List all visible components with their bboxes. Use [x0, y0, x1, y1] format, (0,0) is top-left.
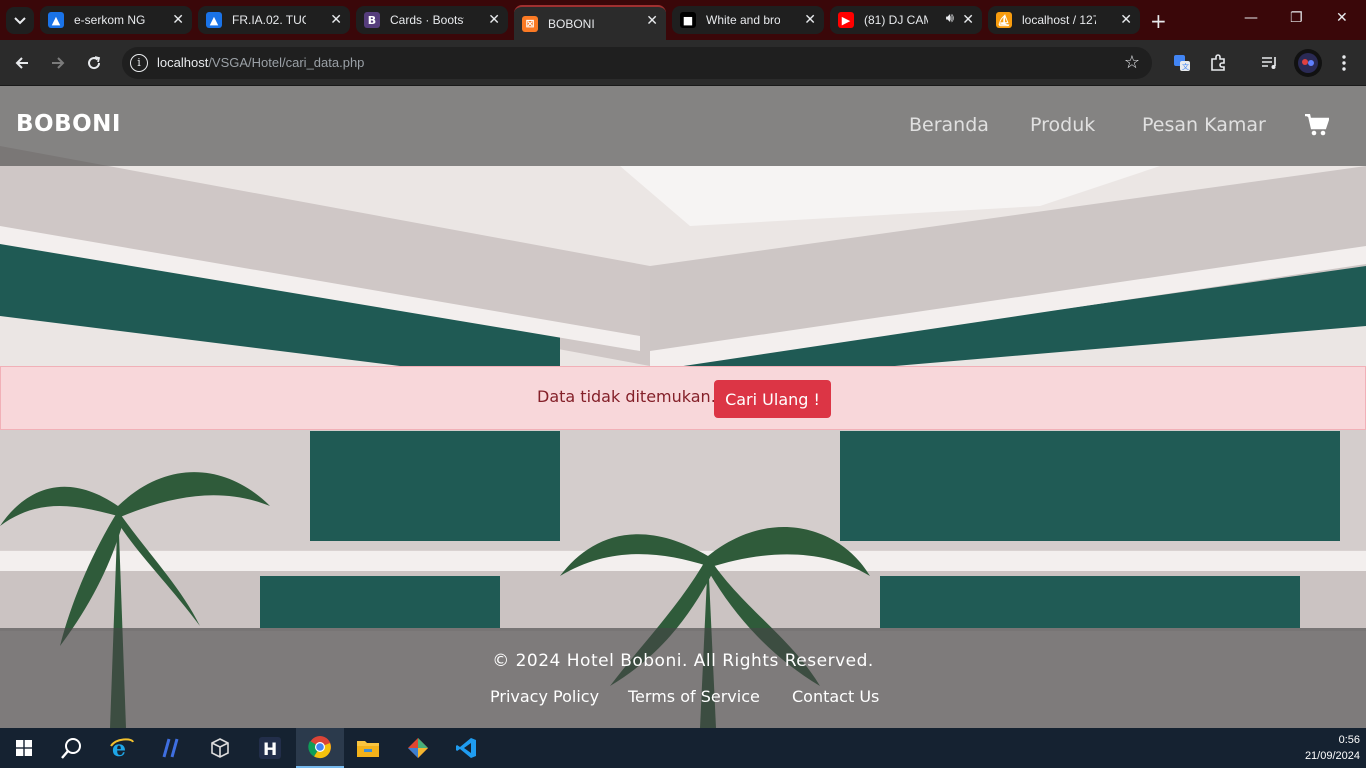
- speaker-icon[interactable]: 🔊︎: [946, 11, 954, 26]
- browser-tab-6[interactable]: ▶ (81) DJ CAM 🔊︎ ✕: [830, 6, 982, 34]
- browser-tab-strip: ▲ e-serkom NG ✕ ▲ FR.IA.02. TUGAS ✕ B Ca…: [0, 0, 1366, 40]
- back-icon[interactable]: [10, 51, 34, 75]
- close-icon[interactable]: ✕: [330, 12, 342, 28]
- close-icon[interactable]: ✕: [646, 13, 658, 29]
- google-translate-icon[interactable]: 文: [1170, 51, 1194, 75]
- tab-title: FR.IA.02. TUGAS: [232, 13, 306, 27]
- search-icon[interactable]: [48, 728, 96, 768]
- tab-title: e-serkom NG: [74, 13, 146, 27]
- restore-icon[interactable]: ❐: [1290, 10, 1303, 26]
- reload-icon[interactable]: [82, 51, 106, 75]
- footer-copyright: © 2024 Hotel Boboni. All Rights Reserved…: [492, 651, 874, 671]
- media-controls-icon[interactable]: [1258, 51, 1282, 75]
- window-close-icon[interactable]: ✕: [1336, 10, 1348, 26]
- close-icon[interactable]: ✕: [962, 12, 974, 28]
- svg-text:文: 文: [1182, 62, 1189, 71]
- minimize-icon[interactable]: —: [1244, 10, 1258, 26]
- url-path: /VSGA/Hotel/cari_data.php: [208, 55, 365, 70]
- extensions-puzzle-icon[interactable]: [1206, 51, 1230, 75]
- xampp-icon: ⊠: [522, 15, 538, 32]
- site-info-icon[interactable]: i: [130, 54, 148, 72]
- triangle-logo-icon: ▲: [48, 12, 64, 28]
- url-text: localhost/VSGA/Hotel/cari_data.php: [157, 55, 364, 70]
- alert-message: Data tidak ditemukan.: [537, 387, 716, 406]
- clock-time: 0:56: [1338, 734, 1360, 746]
- nav-link-beranda[interactable]: Beranda: [909, 114, 989, 136]
- close-icon[interactable]: ✕: [488, 12, 500, 28]
- internet-explorer-icon[interactable]: e: [98, 728, 146, 768]
- clock-date: 21/09/2024: [1304, 750, 1360, 762]
- system-clock[interactable]: 0:56 21/09/2024: [1305, 732, 1360, 764]
- page-viewport: BOBONI Beranda Produk Pesan Kamar Data t…: [0, 86, 1366, 728]
- triangle-logo-icon: ▲: [206, 12, 222, 28]
- h-app-icon[interactable]: H: [246, 728, 294, 768]
- url-host: localhost: [157, 55, 209, 70]
- bookmark-star-icon[interactable]: ☆: [1124, 52, 1140, 73]
- tab-title: localhost / 127.0: [1022, 13, 1096, 27]
- vscode-icon[interactable]: [442, 728, 490, 768]
- tab-title: Cards · Bootstrap: [390, 13, 464, 27]
- more-menu-icon[interactable]: [1332, 51, 1356, 75]
- svg-text:H: H: [263, 740, 277, 759]
- footer-link-contact-us[interactable]: Contact Us: [792, 687, 879, 706]
- slash-app-icon[interactable]: [148, 728, 196, 768]
- forward-icon[interactable]: [46, 51, 70, 75]
- tab-search-button[interactable]: [6, 7, 34, 34]
- 3d-box-icon[interactable]: [196, 728, 244, 768]
- browser-tab-1[interactable]: ▲ e-serkom NG ✕: [40, 6, 192, 34]
- tab-title: BOBONI: [548, 16, 595, 31]
- image-icon: ■: [680, 12, 696, 28]
- git-kraken-icon[interactable]: [394, 728, 442, 768]
- footer-link-terms-of-service[interactable]: Terms of Service: [628, 687, 760, 706]
- close-icon[interactable]: ✕: [172, 12, 184, 28]
- not-found-alert: Data tidak ditemukan. Cari Ulang !: [0, 366, 1366, 430]
- browser-tab-4-active[interactable]: ⊠ BOBONI ✕: [514, 5, 666, 40]
- close-icon[interactable]: ✕: [1120, 12, 1132, 28]
- new-tab-icon[interactable]: +: [1150, 9, 1167, 33]
- profile-avatar[interactable]: [1294, 49, 1322, 77]
- tab-title: White and brown: [706, 13, 780, 27]
- bootstrap-icon: B: [364, 12, 380, 28]
- browser-tab-3[interactable]: B Cards · Bootstrap ✕: [356, 6, 508, 34]
- site-footer: © 2024 Hotel Boboni. All Rights Reserved…: [0, 628, 1366, 728]
- file-explorer-icon[interactable]: [344, 728, 392, 768]
- close-icon[interactable]: ✕: [804, 12, 816, 28]
- phpmyadmin-icon: ⛵︎: [996, 12, 1012, 28]
- youtube-icon: ▶: [838, 12, 854, 28]
- tab-title: (81) DJ CAM: [864, 13, 928, 27]
- nav-link-pesan-kamar[interactable]: Pesan Kamar: [1142, 114, 1266, 136]
- address-bar[interactable]: i localhost/VSGA/Hotel/cari_data.php ☆: [122, 47, 1152, 79]
- browser-toolbar: i localhost/VSGA/Hotel/cari_data.php ☆ 文: [0, 40, 1366, 86]
- chrome-icon[interactable]: [296, 728, 344, 768]
- site-brand-logo[interactable]: BOBONI: [16, 111, 121, 137]
- nav-link-produk[interactable]: Produk: [1030, 114, 1095, 136]
- footer-link-privacy-policy[interactable]: Privacy Policy: [490, 687, 599, 706]
- search-again-button[interactable]: Cari Ulang !: [714, 380, 831, 418]
- site-navbar: BOBONI Beranda Produk Pesan Kamar: [0, 86, 1366, 166]
- windows-taskbar: e H 0:56 21/09/2024: [0, 728, 1366, 768]
- browser-tab-2[interactable]: ▲ FR.IA.02. TUGAS ✕: [198, 6, 350, 34]
- browser-tab-5[interactable]: ■ White and brown ✕: [672, 6, 824, 34]
- shopping-cart-icon[interactable]: [1305, 114, 1329, 136]
- chevron-down-icon: [14, 16, 26, 24]
- windows-start-icon[interactable]: [0, 728, 48, 768]
- browser-tab-7[interactable]: ⛵︎ localhost / 127.0 ✕: [988, 6, 1140, 34]
